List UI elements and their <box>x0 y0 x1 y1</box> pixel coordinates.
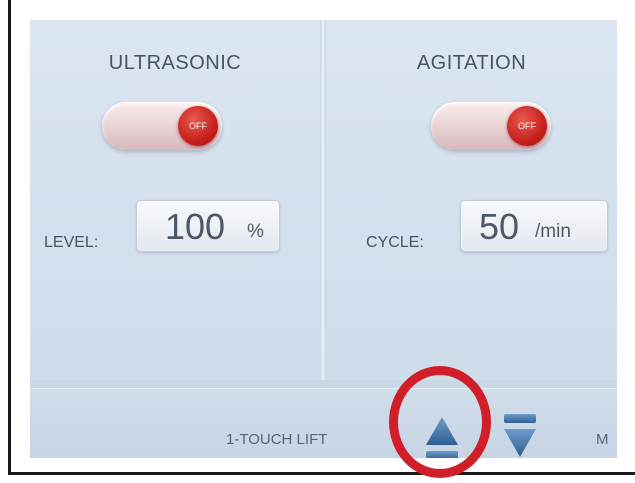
ultrasonic-panel: ULTRASONIC OFF LEVEL: 100 % <box>30 20 320 380</box>
cycle-value: 50 <box>479 206 520 247</box>
truncated-label: M <box>596 431 609 448</box>
ultrasonic-toggle[interactable]: OFF <box>102 102 222 150</box>
ultrasonic-wave-icon <box>145 20 205 32</box>
highlight-circle <box>389 366 491 478</box>
one-touch-lift-label: 1-TOUCH LIFT <box>226 431 328 448</box>
level-value-field[interactable]: 100 % <box>136 200 280 252</box>
agitation-icon <box>452 20 492 32</box>
lift-down-icon <box>504 414 536 457</box>
ultrasonic-toggle-knob: OFF <box>178 106 218 146</box>
level-unit: % <box>247 221 264 242</box>
level-value: 100 <box>165 206 226 247</box>
cycle-label: CYCLE: <box>366 234 424 251</box>
cycle-unit: /min <box>535 221 571 242</box>
lift-down-button[interactable] <box>500 411 540 458</box>
level-label: LEVEL: <box>44 234 99 251</box>
agitation-title: AGITATION <box>416 52 527 74</box>
cycle-value-field[interactable]: 50 /min <box>460 200 608 252</box>
agitation-toggle-knob: OFF <box>507 106 547 146</box>
agitation-panel: AGITATION OFF CYCLE: 50 /min <box>326 20 617 380</box>
screen-right-edge <box>617 20 627 458</box>
ultrasonic-title: ULTRASONIC <box>108 52 242 74</box>
agitation-toggle[interactable]: OFF <box>431 102 551 150</box>
device-screen: ULTRASONIC OFF LEVEL: 100 % AGITATION OF… <box>30 20 617 458</box>
bottom-bar: 1-TOUCH LIFT M <box>30 388 617 458</box>
